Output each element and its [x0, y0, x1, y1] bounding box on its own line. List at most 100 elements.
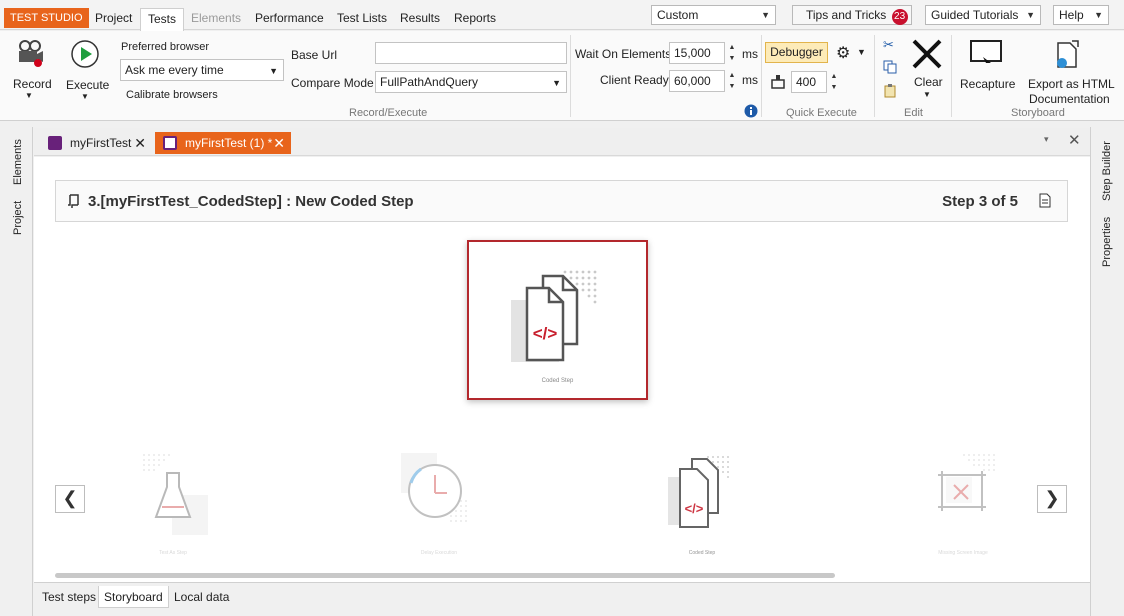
chevron-down-icon: ▼ — [923, 90, 931, 99]
paste-icon[interactable] — [883, 84, 897, 98]
current-step-card[interactable]: </> Coded Step — [467, 240, 648, 400]
tab-test-lists[interactable]: Test Lists — [330, 8, 394, 28]
thumbnail-missing-screen-image[interactable]: Missing Screen Image — [928, 451, 998, 561]
thumbnail-caption: Missing Screen Image — [938, 550, 988, 556]
right-dock-panel: Step Builder Properties — [1090, 127, 1124, 616]
step-builder-side-tab[interactable]: Step Builder — [1101, 141, 1113, 201]
test-file-icon — [48, 136, 62, 150]
quick-execute-input[interactable]: 400 — [791, 71, 827, 93]
project-side-tab[interactable]: Project — [12, 201, 24, 235]
export-document-icon — [1057, 40, 1079, 68]
chevron-down-icon: ▼ — [269, 66, 278, 76]
preferred-browser-label: Preferred browser — [121, 41, 210, 53]
group-label-edit: Edit — [904, 107, 923, 119]
thumbnail-test-as-step[interactable]: Test As Step — [138, 451, 208, 561]
preferred-browser-select[interactable]: Ask me every time ▼ — [120, 59, 284, 81]
quick-execute-spinner[interactable]: ▲ ▼ — [829, 71, 839, 93]
wait-on-elements-label: Wait On Elements — [575, 47, 672, 61]
close-icon[interactable]: ✕ — [1068, 131, 1081, 149]
tab-local-data[interactable]: Local data — [169, 586, 234, 608]
thumbnail-caption: Delay Execution — [420, 550, 458, 556]
group-label-quick-execute: Quick Execute — [786, 107, 857, 119]
info-icon[interactable] — [744, 104, 758, 118]
test-file-icon — [163, 136, 177, 150]
compare-mode-value: FullPathAndQuery — [380, 75, 479, 89]
export-html-button[interactable]: Export as HTML Documentation — [1024, 37, 1115, 107]
horizontal-scrollbar[interactable] — [55, 573, 835, 578]
chevron-down-icon: ▼ — [81, 92, 89, 101]
chevron-down-icon[interactable]: ▼ — [857, 47, 866, 57]
layout-select-value: Custom — [657, 8, 699, 22]
bottom-tab-bar: Test steps Storyboard Local data — [34, 582, 1090, 616]
elements-side-tab[interactable]: Elements — [12, 139, 24, 185]
previous-step-button[interactable]: ❮ — [55, 485, 85, 513]
gear-icon[interactable]: ⚙ — [836, 43, 850, 63]
quick-execute-icon — [771, 75, 785, 89]
export-label-line2: Documentation — [1029, 92, 1110, 106]
client-ready-unit: ms — [742, 73, 758, 87]
coded-step-document-icon: </> — [511, 270, 597, 362]
tab-list-dropdown-icon[interactable]: ▾ — [1044, 134, 1049, 145]
properties-side-tab[interactable]: Properties — [1101, 217, 1113, 267]
step-details-icon[interactable] — [1039, 193, 1051, 208]
close-icon[interactable]: ✕ — [134, 132, 146, 154]
calibrate-browsers-button[interactable]: Calibrate browsers — [126, 89, 218, 101]
tips-label: Tips and Tricks — [806, 8, 887, 22]
clear-button[interactable]: Clear ▼ — [908, 37, 946, 107]
doc-tab-label: myFirstTest (1) * — [185, 136, 273, 150]
record-button[interactable]: Record ▼ — [10, 37, 52, 109]
next-step-button[interactable]: ❯ — [1037, 485, 1067, 513]
doc-tab-label: myFirstTest — [70, 136, 132, 150]
chevron-down-icon: ▼ — [552, 78, 561, 88]
chevron-down-icon: ▼ — [761, 10, 770, 20]
wait-spinner[interactable]: ▲ ▼ — [727, 42, 737, 64]
layout-select[interactable]: Custom ▼ — [651, 5, 776, 25]
thumbnail-coded-step[interactable]: </> Coded Step — [662, 451, 742, 561]
tab-reports[interactable]: Reports — [447, 8, 503, 28]
ribbon: Record ▼ Execute ▼ Preferred browser Ask… — [0, 31, 1124, 121]
compare-mode-label: Compare Mode — [291, 76, 374, 90]
copy-icon[interactable] — [883, 60, 897, 74]
ribbon-divider — [761, 35, 762, 117]
client-ready-spinner[interactable]: ▲ ▼ — [727, 70, 737, 92]
tips-and-tricks-button[interactable]: Tips and Tricks 23 — [792, 5, 912, 25]
chevron-down-icon: ▼ — [1094, 10, 1103, 20]
recapture-label: Recapture — [960, 77, 1016, 91]
step-counter: Step 3 of 5 — [942, 193, 1018, 210]
chevron-down-icon: ▼ — [25, 91, 33, 100]
record-label: Record — [13, 77, 52, 91]
menu-bar: TEST STUDIO Project Tests Elements Perfo… — [0, 0, 1124, 31]
wait-on-elements-input[interactable]: 15,000 — [669, 42, 725, 64]
guided-tutorials-select[interactable]: Guided Tutorials ▼ — [925, 5, 1041, 25]
coded-step-icon — [68, 194, 79, 208]
compare-mode-select[interactable]: FullPathAndQuery ▼ — [375, 71, 567, 93]
recapture-button[interactable]: Recapture — [956, 37, 1016, 99]
thumbnail-delay-execution[interactable]: Delay Execution — [401, 451, 477, 561]
preferred-browser-value: Ask me every time — [125, 63, 224, 77]
base-url-input[interactable] — [375, 42, 567, 64]
close-icon[interactable]: ✕ — [273, 132, 285, 154]
thumbnail-caption: Test As Step — [159, 550, 187, 556]
help-select[interactable]: Help ▼ — [1053, 5, 1109, 25]
tab-performance[interactable]: Performance — [248, 8, 331, 28]
tab-tests[interactable]: Tests — [140, 8, 185, 31]
debugger-toggle[interactable]: Debugger — [765, 42, 828, 63]
camera-record-icon — [19, 40, 43, 67]
tab-test-steps[interactable]: Test steps — [37, 586, 101, 608]
doc-tab-myfirsttest[interactable]: myFirstTest ✕ — [40, 132, 152, 154]
chevron-down-icon: ▼ — [1026, 10, 1035, 20]
tab-results[interactable]: Results — [393, 8, 447, 28]
tab-elements[interactable]: Elements — [184, 8, 248, 28]
svg-text:</>: </> — [533, 324, 558, 343]
tips-count-badge: 23 — [891, 9, 908, 25]
doc-tab-myfirsttest-1[interactable]: myFirstTest (1) * ✕ — [155, 132, 291, 154]
client-ready-input[interactable]: 60,000 — [669, 70, 725, 92]
tab-storyboard[interactable]: Storyboard — [98, 586, 169, 608]
tab-project[interactable]: Project — [88, 8, 139, 28]
ribbon-divider — [570, 35, 571, 117]
execute-button[interactable]: Execute ▼ — [64, 37, 109, 109]
missing-image-icon — [938, 454, 995, 511]
help-label: Help — [1059, 8, 1084, 22]
ribbon-divider — [951, 35, 952, 117]
cut-icon[interactable]: ✂ — [883, 37, 894, 53]
